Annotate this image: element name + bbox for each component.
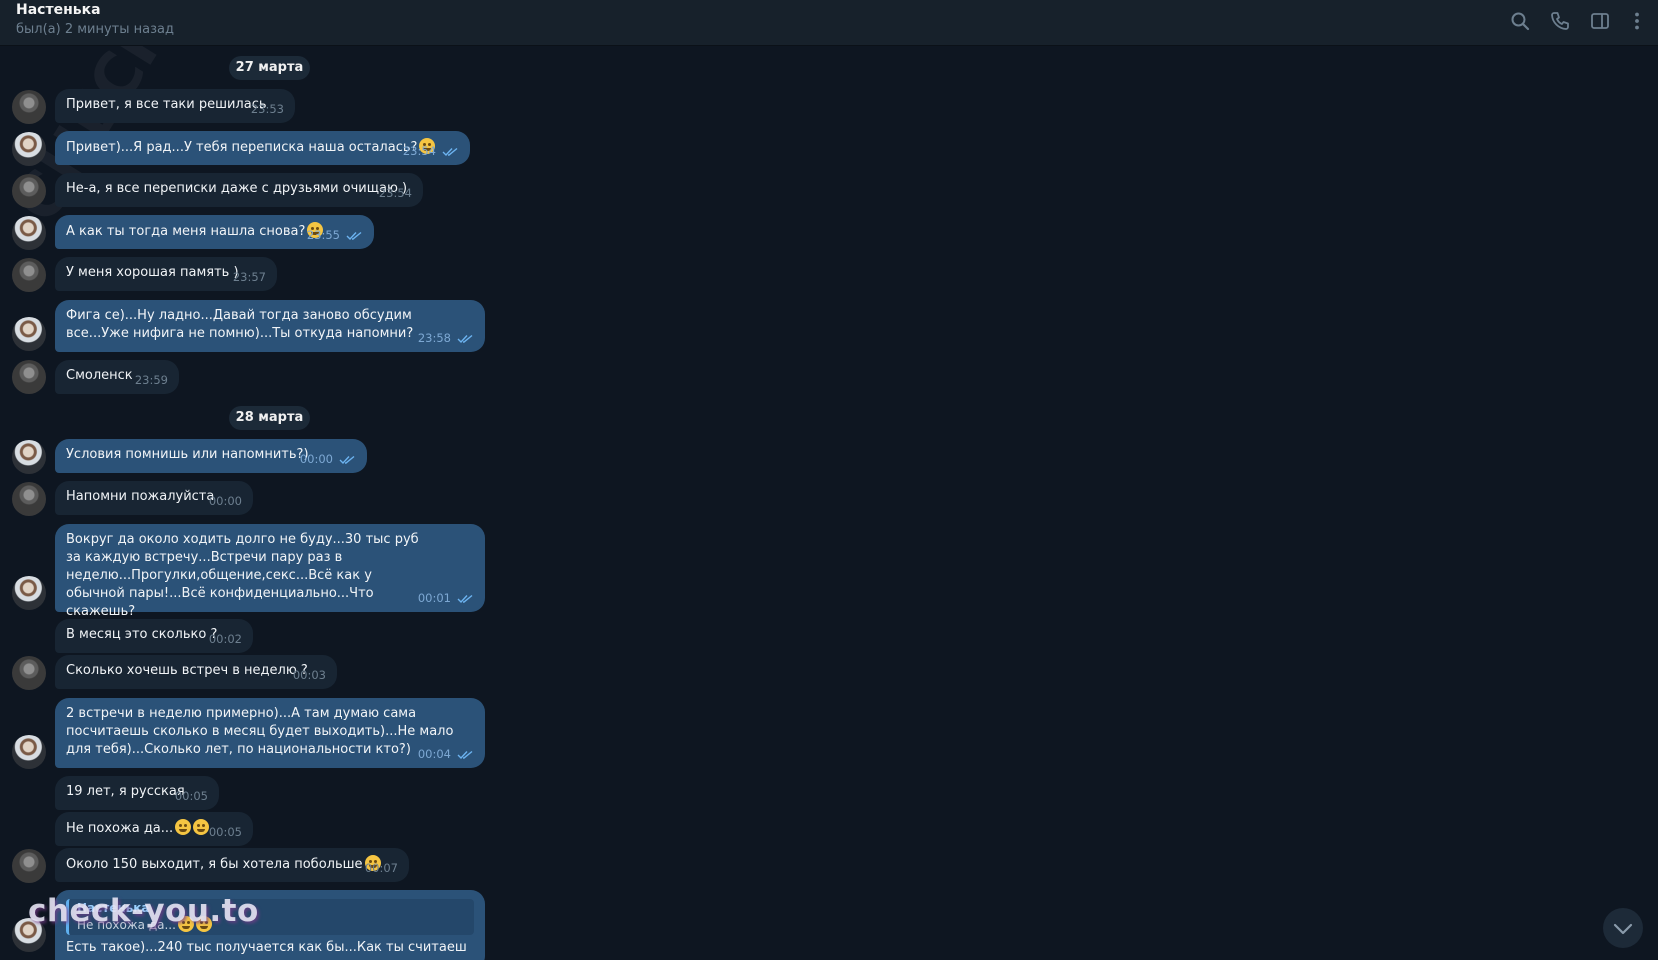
read-checkmarks-icon	[457, 334, 474, 344]
message-text: Есть такое)...240 тыс получается как бы.…	[66, 940, 466, 955]
avatar[interactable]	[12, 360, 46, 394]
watermark-text: check-you.to	[28, 893, 259, 929]
message-text: Не-а, я все переписки даже с друзьями оч…	[66, 181, 408, 196]
scroll-down-button[interactable]	[1603, 908, 1643, 948]
message-text: Вокруг да около ходить долго не буду...3…	[66, 532, 419, 619]
message-time: 00:05	[208, 825, 242, 839]
avatar[interactable]	[12, 258, 46, 292]
chat-header: Настенька был(а) 2 минуты назад	[0, 0, 1658, 46]
message-bubble[interactable]: 2 встречи в неделю примерно)...А там дум…	[55, 698, 485, 768]
message-bubble[interactable]: 19 лет, я русская 00:05	[55, 776, 219, 810]
message-text: Привет, я все таки решилась	[66, 97, 267, 112]
message-time: 23:53	[250, 102, 284, 116]
more-icon[interactable]	[1626, 10, 1648, 32]
message-bubble[interactable]: Смоленск 23:59	[55, 360, 179, 394]
message-time: 23:58	[418, 329, 474, 347]
message-text: 19 лет, я русская	[66, 784, 185, 799]
message-bubble[interactable]: Не-а, я все переписки даже с друзьями оч…	[55, 173, 423, 207]
message-text: У меня хорошая память )	[66, 265, 239, 280]
message-time: 00:05	[174, 789, 208, 803]
message-bubble[interactable]: Напомни пожалуйста 00:00	[55, 481, 253, 515]
date-separator: 27 марта	[229, 56, 310, 80]
chevron-down-icon	[1613, 923, 1633, 935]
message-text: А как ты тогда меня нашла снова?	[66, 224, 306, 239]
laughing-emoji-icon	[193, 819, 210, 835]
message-text: Около 150 выходит, я бы хотела побольше	[66, 857, 363, 872]
message-time: 00:02	[208, 632, 242, 646]
date-separator: 28 марта	[229, 406, 310, 430]
message-time: 00:00	[300, 450, 356, 468]
laughing-emoji-icon	[175, 819, 192, 835]
message-time: 23:55	[307, 226, 363, 244]
message-time: 00:03	[292, 668, 326, 682]
message-bubble[interactable]: У меня хорошая память ) 23:57	[55, 257, 277, 291]
message-time: 23:54	[378, 186, 412, 200]
sidebar-toggle-icon[interactable]	[1589, 10, 1611, 32]
message-text: Сколько хочешь встреч в неделю ?	[66, 663, 308, 678]
message-time: 00:04	[418, 745, 474, 763]
message-bubble[interactable]: В месяц это сколько ? 00:02	[55, 619, 253, 653]
message-bubble[interactable]: Сколько хочешь встреч в неделю ? 00:03	[55, 655, 337, 689]
chat-status: был(а) 2 минуты назад	[16, 22, 174, 37]
message-bubble[interactable]: Условия помнишь или напомнить?) 00:00	[55, 439, 367, 473]
message-time: 00:07	[364, 861, 398, 875]
message-text: 2 встречи в неделю примерно)...А там дум…	[66, 706, 454, 757]
avatar[interactable]	[12, 440, 46, 474]
message-text: Привет)...Я рад...У тебя переписка наша …	[66, 140, 418, 155]
message-time: 23:54	[403, 142, 459, 160]
message-list[interactable]: CHECK-YOU.ME 27 марта Привет, я все таки…	[0, 46, 1658, 960]
message-text: Не похожа да...	[66, 821, 174, 836]
avatar[interactable]	[12, 576, 46, 610]
read-checkmarks-icon	[457, 594, 474, 604]
avatar[interactable]	[12, 735, 46, 769]
message-time: 00:01	[418, 589, 474, 607]
message-time: 00:00	[208, 494, 242, 508]
message-text: Смоленск	[66, 368, 133, 383]
message-text: Напомни пожалуйста	[66, 489, 215, 504]
avatar[interactable]	[12, 656, 46, 690]
message-bubble[interactable]: Привет)...Я рад...У тебя переписка наша …	[55, 131, 470, 165]
avatar[interactable]	[12, 132, 46, 166]
avatar[interactable]	[12, 317, 46, 351]
phone-icon[interactable]	[1549, 10, 1571, 32]
message-text: Условия помнишь или напомнить?)	[66, 447, 309, 462]
avatar[interactable]	[12, 90, 46, 124]
avatar[interactable]	[12, 482, 46, 516]
message-bubble[interactable]: Привет, я все таки решилась 23:53	[55, 89, 295, 123]
chat-title[interactable]: Настенька	[16, 2, 101, 18]
search-icon[interactable]	[1509, 10, 1531, 32]
message-time: 23:57	[232, 270, 266, 284]
message-bubble[interactable]: Около 150 выходит, я бы хотела побольше …	[55, 848, 409, 882]
message-bubble[interactable]: А как ты тогда меня нашла снова? 23:55	[55, 215, 374, 249]
read-checkmarks-icon	[339, 455, 356, 465]
message-bubble[interactable]: Вокруг да около ходить долго не буду...3…	[55, 524, 485, 619]
message-time: 23:59	[134, 373, 168, 387]
message-text: В месяц это сколько ?	[66, 627, 218, 642]
message-text: Фига се)...Ну ладно...Давай тогда заново…	[66, 308, 414, 341]
read-checkmarks-icon	[346, 231, 363, 241]
avatar[interactable]	[12, 174, 46, 208]
avatar[interactable]	[12, 849, 46, 883]
read-checkmarks-icon	[442, 147, 459, 157]
message-bubble[interactable]: Не похожа да... 00:05	[55, 812, 253, 846]
read-checkmarks-icon	[457, 750, 474, 760]
avatar[interactable]	[12, 216, 46, 250]
message-bubble[interactable]: Фига се)...Ну ладно...Давай тогда заново…	[55, 300, 485, 352]
